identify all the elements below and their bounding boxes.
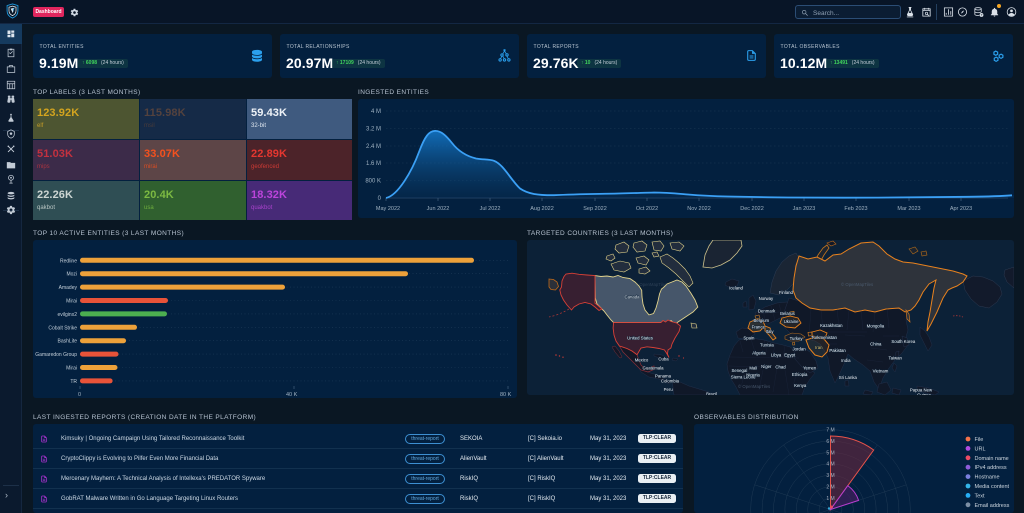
svg-text:Niger: Niger — [761, 364, 772, 369]
svg-text:Domain name: Domain name — [975, 456, 1009, 462]
svg-text:Jan 2023: Jan 2023 — [793, 206, 816, 212]
svg-text:Cuba: Cuba — [658, 357, 669, 362]
svg-text:3.2 M: 3.2 M — [366, 127, 381, 133]
svg-text:Nov 2022: Nov 2022 — [687, 206, 711, 212]
svg-text:Jun 2022: Jun 2022 — [427, 206, 450, 212]
svg-text:Hostname: Hostname — [975, 475, 1000, 481]
svg-text:Ethiopia: Ethiopia — [792, 372, 808, 377]
svg-text:Mirai: Mirai — [66, 299, 77, 305]
svg-text:Guinea: Guinea — [917, 393, 931, 396]
svg-text:3 M: 3 M — [826, 473, 834, 479]
svg-text:Nigeria: Nigeria — [746, 372, 760, 377]
svg-text:TR: TR — [70, 379, 77, 385]
svg-text:0: 0 — [78, 392, 81, 398]
svg-text:Finland: Finland — [779, 290, 794, 295]
svg-text:BashLite: BashLite — [58, 339, 78, 345]
svg-text:Turkey: Turkey — [790, 336, 804, 341]
svg-text:80 K: 80 K — [500, 392, 512, 398]
svg-text:evilginx2: evilginx2 — [58, 312, 78, 318]
svg-text:2.4 M: 2.4 M — [366, 144, 381, 150]
svg-text:Gamaredon Group: Gamaredon Group — [35, 352, 77, 358]
svg-text:France: France — [752, 325, 766, 330]
svg-text:2 M: 2 M — [826, 485, 834, 491]
svg-text:Mexico: Mexico — [635, 357, 649, 362]
svg-text:India: India — [841, 358, 851, 363]
svg-text:Belgium: Belgium — [754, 318, 770, 323]
svg-text:© OpenMapTiles: © OpenMapTiles — [738, 384, 770, 389]
svg-text:Mongolia: Mongolia — [867, 324, 885, 329]
svg-text:URL: URL — [975, 446, 986, 452]
svg-text:Text: Text — [975, 493, 986, 499]
svg-text:6 M: 6 M — [826, 439, 834, 445]
svg-text:File: File — [975, 437, 984, 443]
svg-text:Jul 2022: Jul 2022 — [480, 206, 501, 212]
svg-text:Yemen: Yemen — [803, 366, 817, 371]
svg-text:Iran: Iran — [815, 345, 823, 350]
svg-text:Guatemala: Guatemala — [642, 366, 664, 371]
svg-text:Algeria: Algeria — [752, 351, 766, 356]
svg-text:Media content: Media content — [975, 484, 1010, 490]
svg-text:Mozi: Mozi — [66, 272, 77, 278]
svg-text:Taiwan: Taiwan — [889, 356, 903, 361]
svg-text:Mirai: Mirai — [66, 366, 77, 372]
svg-text:Redline: Redline — [60, 258, 77, 264]
svg-text:4 M: 4 M — [371, 109, 381, 115]
svg-text:Ukraine: Ukraine — [784, 319, 799, 324]
svg-text:Apr 2023: Apr 2023 — [950, 206, 972, 212]
svg-text:Oct 2022: Oct 2022 — [636, 206, 658, 212]
svg-text:© OpenMapTiles: © OpenMapTiles — [841, 282, 873, 287]
svg-text:Canada: Canada — [624, 295, 640, 300]
svg-text:Turkmenistan: Turkmenistan — [811, 335, 837, 340]
svg-text:Amadey: Amadey — [59, 285, 78, 291]
svg-text:Dec 2022: Dec 2022 — [740, 206, 764, 212]
svg-text:Pakistan: Pakistan — [829, 348, 846, 353]
svg-text:Jordan: Jordan — [793, 347, 807, 352]
svg-text:© OpenMapTiles: © OpenMapTiles — [635, 282, 667, 287]
svg-text:Egypt: Egypt — [784, 353, 796, 358]
svg-text:Peru: Peru — [664, 387, 674, 392]
svg-text:Iceland: Iceland — [729, 286, 743, 291]
svg-text:40 K: 40 K — [286, 392, 298, 398]
svg-text:0: 0 — [378, 196, 382, 202]
svg-text:Kazakhstan: Kazakhstan — [820, 323, 843, 328]
svg-text:Norway: Norway — [759, 296, 774, 301]
svg-text:Kenya: Kenya — [794, 383, 807, 388]
svg-text:Italy: Italy — [766, 329, 775, 334]
svg-text:Libya: Libya — [771, 353, 782, 358]
svg-text:5 M: 5 M — [826, 450, 834, 456]
svg-text:South Korea: South Korea — [891, 339, 915, 344]
svg-text:4 M: 4 M — [826, 462, 834, 468]
svg-text:Sep 2022: Sep 2022 — [583, 206, 607, 212]
svg-text:800 K: 800 K — [365, 179, 381, 185]
svg-text:Sri Lanka: Sri Lanka — [839, 375, 858, 380]
svg-text:IPv4 address: IPv4 address — [975, 465, 1007, 471]
svg-text:China: China — [870, 341, 882, 346]
svg-text:Colombia: Colombia — [661, 378, 680, 383]
svg-text:1.6 M: 1.6 M — [366, 161, 381, 167]
svg-text:Brazil: Brazil — [706, 392, 717, 396]
svg-text:Email address: Email address — [975, 503, 1010, 509]
svg-text:Vietnam: Vietnam — [873, 369, 889, 374]
svg-text:Tunisia: Tunisia — [760, 343, 774, 348]
svg-text:Mar 2023: Mar 2023 — [897, 206, 920, 212]
svg-text:Aug 2022: Aug 2022 — [530, 206, 554, 212]
svg-text:?: ? — [981, 13, 983, 17]
svg-text:7 M: 7 M — [826, 428, 834, 434]
svg-text:1 M: 1 M — [826, 496, 834, 502]
svg-text:Feb 2023: Feb 2023 — [844, 206, 867, 212]
svg-text:May 2022: May 2022 — [376, 206, 400, 212]
svg-text:Cobalt Strike: Cobalt Strike — [48, 325, 77, 331]
svg-text:United States: United States — [627, 336, 653, 341]
svg-text:Spain: Spain — [743, 336, 755, 341]
